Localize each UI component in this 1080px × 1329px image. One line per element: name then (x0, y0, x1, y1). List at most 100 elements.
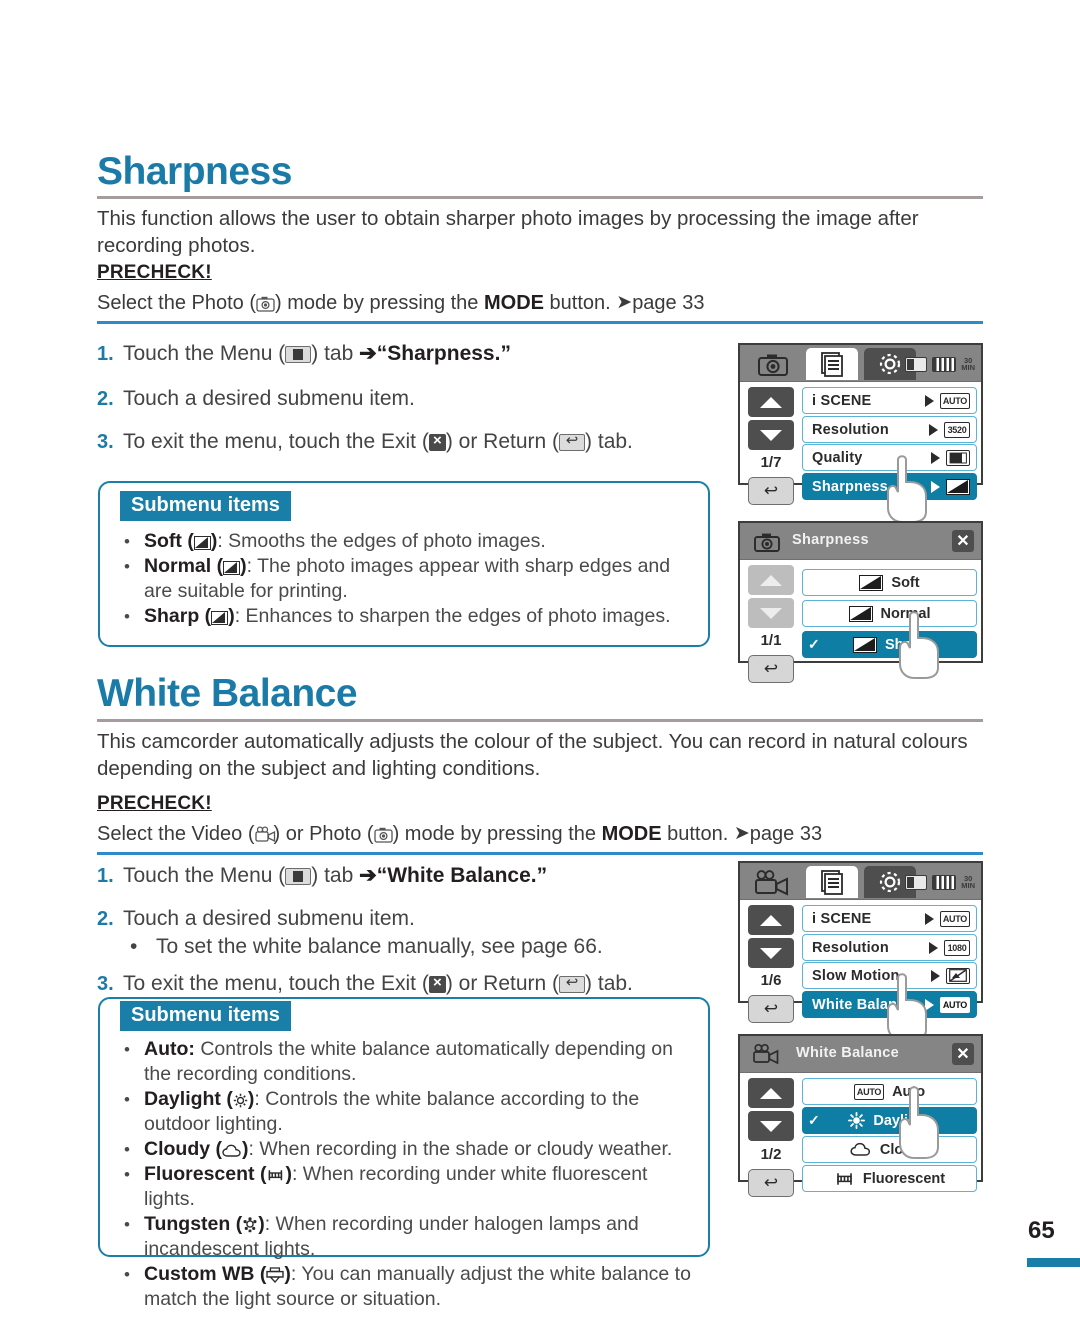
video-mode-tab[interactable] (748, 866, 800, 898)
scroll-down-button[interactable] (748, 420, 794, 450)
photo-camera-icon (256, 295, 275, 312)
precheck-text-b: ) mode by pressing the (392, 823, 602, 845)
menu-row-resolution[interactable]: Resolution 3520 (802, 416, 977, 443)
submenu-row-normal[interactable]: Normal (802, 600, 977, 627)
return-button[interactable]: ↩ (748, 1169, 794, 1197)
precheck-rule-white-balance (97, 852, 983, 855)
submenu-row-soft[interactable]: Soft (802, 569, 977, 596)
scroll-up-button[interactable] (748, 905, 794, 935)
video-camera-icon (752, 1043, 784, 1071)
fluorescent-icon (834, 1171, 855, 1187)
menu-row-label: Resolution (812, 421, 889, 438)
lcd-sharpness-menu[interactable]: 30 MIN 1/7 ↩ i SCENE AUTO Resolution 3520… (738, 343, 983, 505)
list-item: Daylight (): Controls the white balance … (120, 1087, 698, 1137)
cloud-icon (222, 1144, 242, 1158)
chevron-right-icon (929, 941, 938, 954)
recording-time-remaining: 30 MIN (961, 356, 975, 372)
menu-row-sharpness[interactable]: Sharpness (802, 473, 977, 500)
submenu-badge-sharpness: Submenu items (120, 491, 291, 521)
precheck-rule-sharpness (97, 321, 983, 324)
submenu-item-desc: Controls the white balance automatically… (144, 1038, 673, 1085)
submenu-item-desc: : Smooths the edges of photo images. (217, 530, 546, 552)
menu-row-iscene[interactable]: i SCENE AUTO (802, 387, 977, 414)
menu-row-label: i SCENE (812, 910, 872, 927)
menu-row-resolution[interactable]: Resolution 1080 (802, 934, 977, 961)
return-button[interactable]: ↩ (748, 477, 794, 505)
chevron-right-icon (924, 998, 934, 1011)
lcd-white-balance-submenu[interactable]: White Balance ✕ 1/2 ↩ AUTO Auto ✓ Dayligh… (738, 1034, 983, 1197)
photo-camera-icon (373, 826, 393, 843)
scroll-down-button[interactable] (748, 1111, 794, 1141)
scroll-up-button[interactable] (748, 387, 794, 417)
submenu-row-label: Daylight (873, 1112, 931, 1129)
page-number-bar (1027, 1258, 1080, 1267)
menu-row-quality[interactable]: Quality (802, 444, 977, 471)
slow-motion-icon (946, 967, 970, 984)
return-button[interactable]: ↩ (748, 655, 794, 683)
step-number: 2. (97, 908, 114, 930)
value-badge: AUTO (939, 996, 970, 1013)
exit-icon (428, 431, 446, 451)
close-icon[interactable]: ✕ (952, 530, 974, 552)
sun-icon (233, 1093, 248, 1108)
step-target-label: “Sharpness.” (376, 342, 511, 365)
lcd-sharpness-submenu[interactable]: Sharpness ✕ 1/1 ↩ Soft Normal ✓ Sharp (738, 521, 983, 683)
list-item: Tungsten (): When recording under haloge… (120, 1212, 698, 1262)
scroll-down-button[interactable] (748, 598, 794, 628)
submenu-row-fluorescent[interactable]: Fluorescent (802, 1165, 977, 1192)
scroll-down-button[interactable] (748, 938, 794, 968)
step-text-c: ) tab. (585, 430, 633, 453)
title-rule-white-balance (97, 719, 983, 722)
step-text-b: ) tab (311, 342, 360, 365)
fluorescent-icon (266, 1168, 285, 1183)
lcd-top-bar: 30 MIN (740, 345, 981, 382)
precheck-page-ref: page 33 (632, 292, 705, 314)
step-text-c: ) tab. (585, 972, 633, 995)
submenu-list-sharpness: Soft (): Smooths the edges of photo imag… (120, 529, 698, 629)
return-button[interactable]: ↩ (748, 995, 794, 1023)
substep-text: To set the white balance manually, see p… (156, 935, 603, 958)
list-item: Fluorescent (): When recording under whi… (120, 1162, 698, 1212)
bullet-icon: • (130, 935, 138, 958)
chevron-right-icon (931, 451, 940, 464)
submenu-row-label: Soft (891, 574, 920, 591)
submenu-row-cloudy[interactable]: Cloudy (802, 1136, 977, 1163)
lcd-body: 1/2 ↩ AUTO Auto ✓ Daylight Cloudy Fluores… (740, 1073, 981, 1197)
custom-wb-icon (266, 1267, 285, 1283)
mode-button-label: MODE (483, 292, 544, 314)
submenu-row-daylight[interactable]: ✓ Daylight (802, 1107, 977, 1134)
menu-row-slow-motion[interactable]: Slow Motion (802, 962, 977, 989)
list-item: Custom WB (): You can manually adjust th… (120, 1262, 698, 1312)
step-arrow: ➔ (359, 342, 377, 365)
photo-mode-tab[interactable] (748, 348, 800, 380)
step-text-b: ) or Return ( (445, 972, 560, 995)
memory-card-icon (905, 356, 928, 372)
mode-button-label: MODE (601, 823, 662, 845)
submenu-badge-white-balance: Submenu items (120, 1001, 291, 1031)
close-icon[interactable]: ✕ (952, 1043, 974, 1065)
substep-white-balance: • To set the white balance manually, see … (130, 935, 603, 959)
video-camera-icon (254, 826, 275, 843)
menu-row-white-balance[interactable]: White Balance AUTO (802, 991, 977, 1018)
menu-tab[interactable] (806, 348, 858, 380)
scroll-up-button[interactable] (748, 565, 794, 595)
scroll-up-button[interactable] (748, 1078, 794, 1108)
list-item: Soft (): Smooths the edges of photo imag… (120, 529, 698, 554)
step-3-sharpness: 3. To exit the menu, touch the Exit () or… (97, 428, 633, 456)
submenu-row-auto[interactable]: AUTO Auto (802, 1078, 977, 1105)
step-text-a: Touch the Menu ( (123, 864, 286, 887)
cloud-icon (850, 1142, 872, 1157)
menu-tab-icon (285, 346, 312, 363)
step-1-white-balance: 1. Touch the Menu () tab ➔“White Balance.… (97, 862, 547, 890)
menu-tab[interactable] (806, 866, 858, 898)
precheck-text-white-balance: Select the Video () or Photo () mode by … (97, 821, 987, 847)
sharpness-sharp-icon (852, 636, 877, 653)
lcd-body: 1/1 ↩ Soft Normal ✓ Sharp (740, 560, 981, 683)
chevron-right-icon (924, 394, 934, 407)
title-rule-sharpness (97, 196, 983, 199)
submenu-row-sharp[interactable]: ✓ Sharp (802, 631, 977, 658)
lcd-white-balance-menu[interactable]: 30 MIN 1/6 ↩ i SCENE AUTO Resolution 1080… (738, 861, 983, 1023)
page-indicator: 1/6 (760, 972, 782, 989)
lcd-title: White Balance (796, 1045, 900, 1061)
menu-row-iscene[interactable]: i SCENE AUTO (802, 905, 977, 932)
